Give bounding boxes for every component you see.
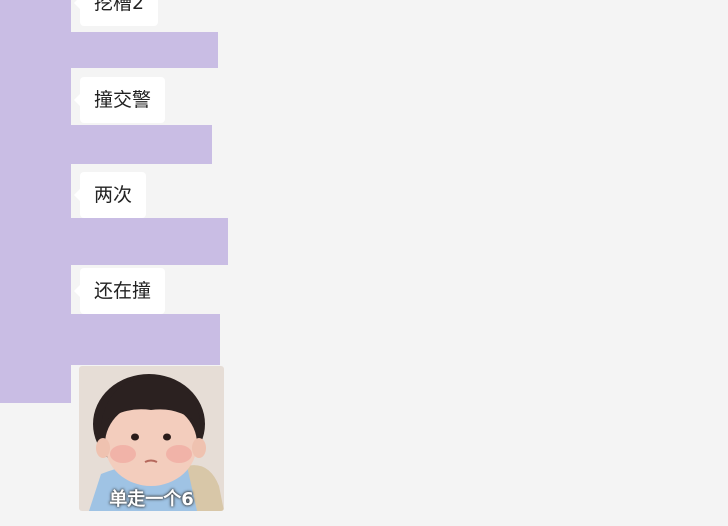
message-bubble[interactable]: 撞交警 — [73, 77, 166, 123]
redacted-bar — [71, 218, 228, 265]
redacted-avatar-area — [0, 0, 71, 403]
redacted-bar — [71, 125, 212, 164]
message-bubble[interactable]: 两次 — [73, 172, 147, 218]
sticker-message[interactable]: 单走一个6 — [79, 366, 224, 511]
message-bubble[interactable]: 挖槽2 — [73, 0, 159, 26]
message-bubble[interactable]: 还在撞 — [73, 268, 166, 314]
redacted-bar — [71, 314, 220, 365]
sticker-caption: 单走一个6 — [109, 489, 194, 510]
redacted-bar — [71, 32, 218, 68]
